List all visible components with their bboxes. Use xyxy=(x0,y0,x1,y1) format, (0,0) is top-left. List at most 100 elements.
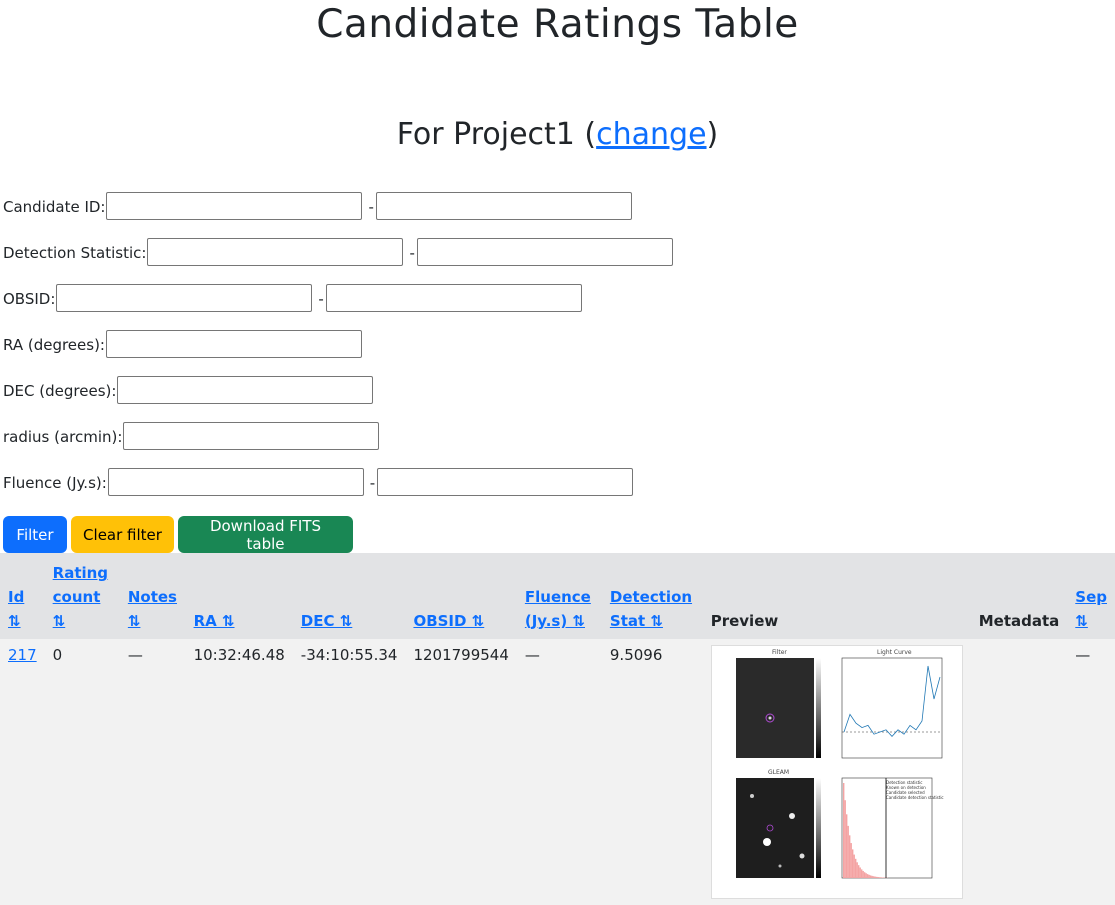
ra-input[interactable] xyxy=(106,330,362,358)
histogram-bar xyxy=(861,869,862,878)
histogram-bar xyxy=(855,859,856,878)
filter-row-candidate-id: Candidate ID: - xyxy=(3,192,673,238)
filter-buttons: Filter Clear filter Download FITS table xyxy=(3,516,353,553)
candidate-id-max-input[interactable] xyxy=(376,192,632,220)
download-fits-button[interactable]: Download FITS table xyxy=(178,516,353,553)
histogram-bar xyxy=(850,843,851,878)
filter-button[interactable]: Filter xyxy=(3,516,67,553)
radius-label: radius (arcmin): xyxy=(3,422,122,452)
cell-rating-count: 0 xyxy=(45,639,120,905)
filter-panel-image xyxy=(736,658,814,758)
filter-panel-title: Filter xyxy=(772,649,787,656)
gleam-colorbar xyxy=(816,778,821,878)
table-row: 217 0 — 10:32:46.48 -34:10:55.34 1201799… xyxy=(0,639,1115,905)
histogram-bar xyxy=(847,826,848,878)
gleam-panel-title: GLEAM xyxy=(768,769,789,776)
cell-detection-stat: 9.5096 xyxy=(602,639,703,905)
histogram-bar xyxy=(843,783,844,878)
histogram-bar xyxy=(865,873,866,878)
header-detection-label: Detection xyxy=(610,588,692,606)
subtitle-suffix: ) xyxy=(707,117,719,152)
sort-fluence-link[interactable]: Fluence (Jy.s) ⇅ xyxy=(525,588,591,630)
detection-statistic-max-input[interactable] xyxy=(417,238,673,266)
gleam-source xyxy=(763,838,771,846)
range-dash: - xyxy=(370,468,375,498)
cell-ra: 10:32:46.48 xyxy=(186,639,293,905)
gleam-source xyxy=(750,794,754,798)
gleam-source xyxy=(799,854,804,859)
obsid-min-input[interactable] xyxy=(56,284,312,312)
candidates-table: Id ⇅ Ratingcount ⇅ Notes⇅ RA ⇅ DEC ⇅ OBSI… xyxy=(0,553,1115,905)
filter-row-ra: RA (degrees): xyxy=(3,330,673,376)
cell-fluence: — xyxy=(517,639,602,905)
header-fluence-unit: (Jy.s) ⇅ xyxy=(525,612,585,630)
fluence-label: Fluence (Jy.s): xyxy=(3,468,107,498)
header-fluence: Fluence (Jy.s) ⇅ xyxy=(517,553,602,639)
dec-label: DEC (degrees): xyxy=(3,376,116,406)
filter-colorbar xyxy=(816,658,821,758)
legend-entry: Candidate detection statistic xyxy=(886,795,944,800)
filter-row-obsid: OBSID: - xyxy=(3,284,673,330)
histogram-bar xyxy=(846,814,847,878)
filter-row-dec: DEC (degrees): xyxy=(3,376,673,422)
subtitle-prefix: For Project1 ( xyxy=(397,117,596,152)
header-detection-stat: Detection Stat ⇅ xyxy=(602,553,703,639)
histogram-bar xyxy=(853,855,854,878)
gleam-source xyxy=(789,813,795,819)
candidate-id-label: Candidate ID: xyxy=(3,192,105,222)
header-fluence-label: Fluence xyxy=(525,588,591,606)
histogram-bar xyxy=(844,800,845,878)
change-project-link[interactable]: change xyxy=(596,117,706,152)
sort-sep-link[interactable]: Sep⇅ xyxy=(1075,588,1107,630)
header-stat-label: Stat ⇅ xyxy=(610,612,663,630)
histogram-bar xyxy=(856,862,857,878)
header-rating-count: Ratingcount ⇅ xyxy=(45,553,120,639)
candidate-id-min-input[interactable] xyxy=(106,192,362,220)
candidate-id-link[interactable]: 217 xyxy=(8,646,37,664)
sort-ra-link[interactable]: RA ⇅ xyxy=(194,612,235,630)
range-dash: - xyxy=(368,192,373,222)
radius-input[interactable] xyxy=(123,422,379,450)
sort-obsid-link[interactable]: OBSID ⇅ xyxy=(413,612,484,630)
header-id-label: Id xyxy=(8,588,24,606)
detection-statistic-label: Detection Statistic: xyxy=(3,238,146,268)
histogram-bar xyxy=(867,874,868,878)
header-notes: Notes⇅ xyxy=(120,553,186,639)
sort-rating-count-link[interactable]: Ratingcount ⇅ xyxy=(53,564,108,630)
gleam-source xyxy=(778,865,781,868)
dec-input[interactable] xyxy=(117,376,373,404)
fluence-max-input[interactable] xyxy=(377,468,633,496)
clear-filter-button[interactable]: Clear filter xyxy=(71,516,174,553)
fluence-min-input[interactable] xyxy=(108,468,364,496)
sort-notes-link[interactable]: Notes⇅ xyxy=(128,588,177,630)
detection-statistic-min-input[interactable] xyxy=(147,238,403,266)
header-count-label: count ⇅ xyxy=(53,588,101,630)
cell-notes: — xyxy=(120,639,186,905)
filter-row-radius: radius (arcmin): xyxy=(3,422,673,468)
histogram-bar xyxy=(849,835,850,878)
obsid-max-input[interactable] xyxy=(326,284,582,312)
cell-id: 217 xyxy=(0,639,45,905)
cell-metadata xyxy=(971,639,1068,905)
cell-obsid: 1201799544 xyxy=(405,639,516,905)
header-sep: Sep⇅ xyxy=(1067,553,1115,639)
sort-detection-stat-link[interactable]: Detection Stat ⇅ xyxy=(610,588,692,630)
sort-dec-link[interactable]: DEC ⇅ xyxy=(301,612,353,630)
histogram-bar xyxy=(858,865,859,878)
gleam-panel-image xyxy=(736,778,814,878)
candidate-preview-image[interactable]: Filter Light Curve GLEAM xyxy=(711,645,963,899)
preview-plots: Filter Light Curve GLEAM xyxy=(712,646,962,898)
sort-id-link[interactable]: Id ⇅ xyxy=(8,588,24,630)
page-title: Candidate Ratings Table xyxy=(0,2,1115,47)
obsid-label: OBSID: xyxy=(3,284,55,314)
histogram-legend: Detection statistic Known on detection C… xyxy=(886,780,944,800)
histogram-bar xyxy=(862,871,863,878)
filter-row-fluence: Fluence (Jy.s): - xyxy=(3,468,673,514)
range-dash: - xyxy=(318,284,323,314)
header-sep-label: Sep xyxy=(1075,588,1107,606)
table-header-row: Id ⇅ Ratingcount ⇅ Notes⇅ RA ⇅ DEC ⇅ OBSI… xyxy=(0,553,1115,639)
header-dec: DEC ⇅ xyxy=(293,553,406,639)
sort-icon: ⇅ xyxy=(8,612,21,630)
filter-form: Candidate ID: - Detection Statistic: - O… xyxy=(3,192,673,514)
filter-row-detection-statistic: Detection Statistic: - xyxy=(3,238,673,284)
